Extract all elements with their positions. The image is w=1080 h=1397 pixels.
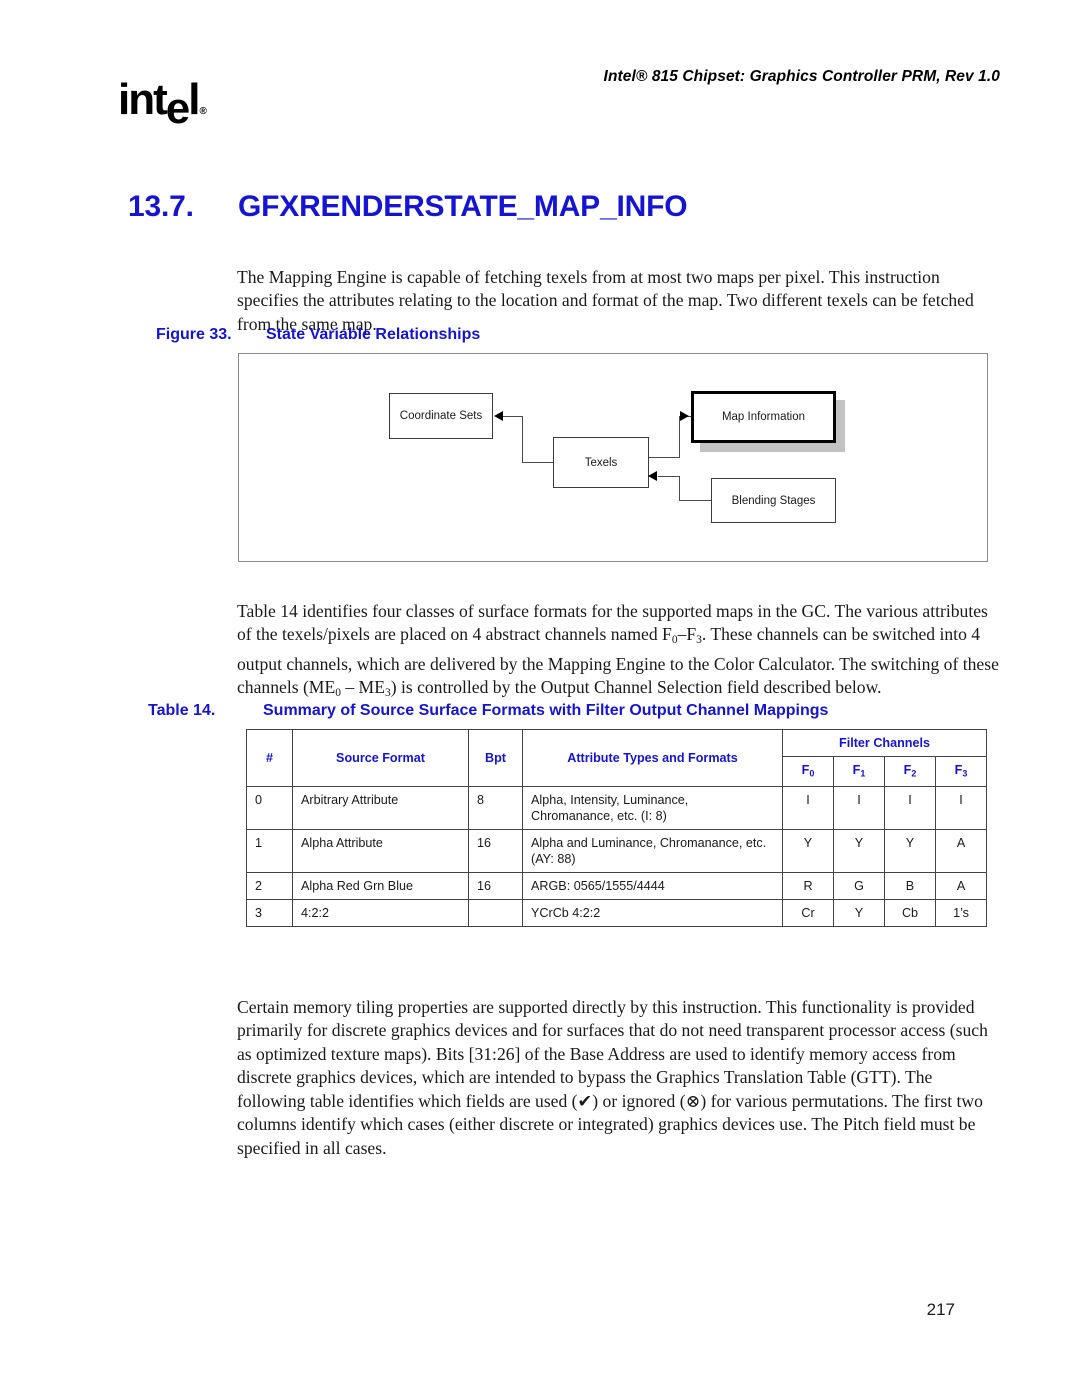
column-header-bpt: Bpt <box>468 728 523 788</box>
f2-subscript: 2 <box>911 768 917 779</box>
f1-subscript: 1 <box>860 768 866 779</box>
arrow-into-coordinate-sets <box>494 411 503 421</box>
table-row: 0 Arbitrary Attribute 8 Alpha, Intensity… <box>246 786 988 831</box>
cell-f0: I <box>782 786 834 831</box>
connector-blending-to-texels-bottom <box>679 500 712 502</box>
cell-f0: Cr <box>782 899 834 928</box>
node-label-blending-stages: Blending Stages <box>731 494 816 507</box>
connector-texels-to-coordinate-top <box>503 416 523 418</box>
source-format-table: # Source Format Bpt Attribute Types and … <box>246 728 988 928</box>
section-number: 13.7. <box>128 190 194 223</box>
cell-f1: I <box>833 786 885 831</box>
page-title: 13.7. GFXRENDERSTATE_MAP_INFO <box>128 190 1008 224</box>
cell-num: 3 <box>246 899 293 928</box>
cell-f2: Y <box>884 829 936 874</box>
table-row: 3 4:2:2 YCrCb 4:2:2 Cr Y Cb 1’s <box>246 899 988 928</box>
cell-f1: Y <box>833 899 885 928</box>
diagram-node-coordinate-sets: Coordinate Sets <box>389 393 493 439</box>
table14-text-4: – ME <box>340 677 385 698</box>
table-row: 2 Alpha Red Grn Blue 16 ARGB: 0565/1555/… <box>246 872 988 901</box>
table-header: # Source Format Bpt Attribute Types and … <box>246 728 988 788</box>
table-caption: Table 14. Summary of Source Surface Forma… <box>148 702 828 720</box>
table-header-row-1: # Source Format Bpt Attribute Types and … <box>246 728 988 788</box>
f0-subscript: 0 <box>809 768 815 779</box>
connector-blending-to-texels-top <box>658 476 680 478</box>
section-title: GFXRENDERSTATE_MAP_INFO <box>238 190 688 223</box>
cell-f1: Y <box>833 829 885 874</box>
cell-bpt: 16 <box>468 829 523 874</box>
column-header-attribute-types: Attribute Types and Formats <box>522 728 783 788</box>
table-title: Summary of Source Surface Formats with F… <box>263 702 829 719</box>
cell-attribute: ARGB: 0565/1555/4444 <box>522 872 783 901</box>
diagram-node-map-information: Map Information <box>691 391 836 443</box>
cell-attribute: Alpha, Intensity, Luminance, Chromanance… <box>522 786 783 831</box>
table-label: Table 14. <box>148 702 216 719</box>
node-label-coordinate-sets: Coordinate Sets <box>399 410 483 422</box>
cell-attribute: Alpha and Luminance, Chromanance, etc. (… <box>522 829 783 874</box>
column-header-f0: F0 <box>782 755 834 788</box>
cell-f2: I <box>884 786 936 831</box>
table14-text-5: ) is controlled by the Output Channel Se… <box>390 677 882 698</box>
intel-logo-part2: l <box>188 75 200 124</box>
cell-bpt: 16 <box>468 872 523 901</box>
cell-source-format: Alpha Attribute <box>292 829 469 874</box>
intel-logo-dropped-e: e <box>165 84 191 133</box>
cell-f2: Cb <box>884 899 936 928</box>
figure-33-diagram: Coordinate Sets Texels Map Information B… <box>238 353 988 562</box>
diagram-node-texels: Texels <box>553 437 649 488</box>
cell-num: 1 <box>246 829 293 874</box>
intel-logo-text: intel® <box>118 75 207 134</box>
cell-bpt: 8 <box>468 786 523 831</box>
connector-texels-to-map-vertical <box>679 416 681 458</box>
node-label-map-information: Map Information <box>721 411 806 423</box>
cell-f3: I <box>934 786 988 831</box>
diagram-node-blending-stages: Blending Stages <box>711 478 836 523</box>
cell-num: 2 <box>246 872 293 901</box>
table-body: 0 Arbitrary Attribute 8 Alpha, Intensity… <box>246 786 988 928</box>
cell-f3: 1’s <box>934 899 988 928</box>
cell-f3: A <box>934 872 988 901</box>
cell-f2: B <box>884 872 936 901</box>
column-header-f2: F2 <box>884 755 936 788</box>
column-header-f3: F3 <box>934 755 988 788</box>
table14-text-2: –F <box>677 624 697 645</box>
table14-paragraph: Table 14 identifies four classes of surf… <box>237 600 1002 706</box>
cell-bpt <box>468 899 523 928</box>
figure-title: State Variable Relationships <box>266 326 481 343</box>
arrow-into-texels <box>648 471 657 481</box>
cell-num: 0 <box>246 786 293 831</box>
cell-source-format: Arbitrary Attribute <box>292 786 469 831</box>
cell-f0: Y <box>782 829 834 874</box>
cell-source-format: Alpha Red Grn Blue <box>292 872 469 901</box>
node-label-texels: Texels <box>584 456 618 469</box>
intel-logo-part1: int <box>118 75 168 124</box>
arrow-into-map-information <box>680 411 689 421</box>
connector-texels-to-map-bottom <box>648 457 680 459</box>
intel-logo: intel® <box>118 78 248 138</box>
cell-source-format: 4:2:2 <box>292 899 469 928</box>
column-header-filter-channels: Filter Channels <box>781 729 988 757</box>
column-header-f1: F1 <box>833 755 885 788</box>
f3-subscript: 3 <box>962 768 968 779</box>
registered-mark-icon: ® <box>199 106 207 117</box>
figure-caption: Figure 33. State Variable Relationships <box>156 326 480 344</box>
connector-texels-to-coordinate-vertical <box>522 416 524 463</box>
connector-texels-to-coordinate-bottom <box>522 462 554 464</box>
figure-label: Figure 33. <box>156 326 232 343</box>
page-number: 217 <box>926 1300 955 1319</box>
cell-f0: R <box>782 872 834 901</box>
tiling-paragraph: Certain memory tiling properties are sup… <box>237 996 988 1158</box>
cell-attribute: YCrCb 4:2:2 <box>522 899 783 928</box>
cell-f1: G <box>833 872 885 901</box>
cell-f3: A <box>934 829 988 874</box>
table-row: 1 Alpha Attribute 16 Alpha and Luminance… <box>246 829 988 874</box>
connector-blending-to-texels-vertical <box>679 476 681 501</box>
column-header-num: # <box>246 728 293 788</box>
column-header-source-format: Source Format <box>292 728 469 788</box>
